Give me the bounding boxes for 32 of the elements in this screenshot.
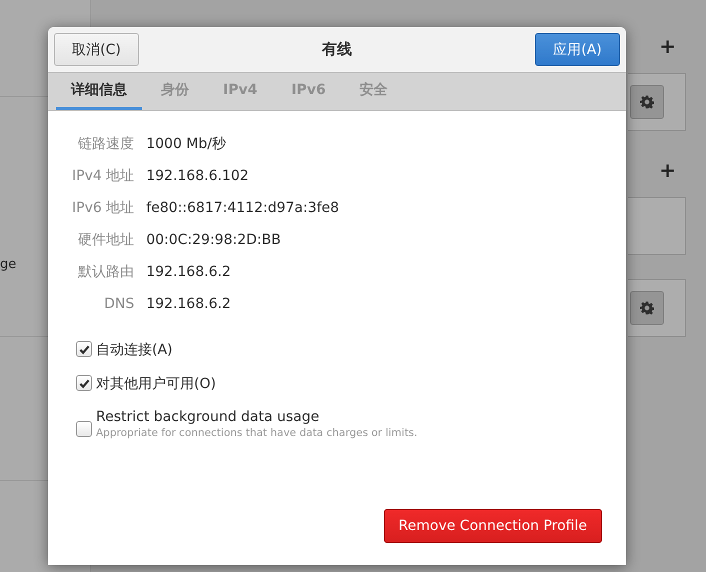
- add-button[interactable]: +: [659, 36, 676, 56]
- remove-profile-button[interactable]: Remove Connection Profile: [384, 509, 602, 543]
- detail-value: 192.168.6.102: [146, 167, 250, 185]
- detail-value: 1000 Mb/秒: [146, 135, 227, 153]
- detail-value: 00:0C:29:98:2D:BB: [146, 231, 282, 249]
- add-button[interactable]: +: [659, 160, 676, 180]
- checkbox-label: 自动连接(A): [96, 341, 173, 359]
- checkbox-label: Restrict background data usage: [96, 409, 320, 425]
- option-description: Appropriate for connections that have data charges or limits.: [96, 427, 418, 439]
- apply-button[interactable]: 应用(A): [535, 33, 620, 66]
- detail-value: fe80::6817:4112:d97a:3fe8: [146, 199, 340, 217]
- settings-button[interactable]: [630, 291, 664, 325]
- detail-label: 链路速度: [77, 135, 134, 153]
- detail-value: 192.168.6.2: [146, 295, 232, 313]
- settings-button[interactable]: [630, 85, 664, 119]
- settings-card: [628, 197, 686, 255]
- detail-label: 硬件地址: [77, 231, 134, 249]
- detail-label: IPv6 地址: [72, 199, 134, 217]
- gear-icon: [640, 301, 654, 315]
- checkbox-label: 对其他用户可用(O): [96, 375, 216, 393]
- checkbox[interactable]: [76, 375, 92, 391]
- detail-label: IPv4 地址: [72, 167, 134, 185]
- sidebar-item-text: ge: [0, 257, 16, 272]
- gear-icon: [640, 95, 654, 109]
- tab[interactable]: 详细信息: [56, 73, 142, 110]
- detail-label: 默认路由: [77, 263, 134, 281]
- checkbox[interactable]: [76, 341, 92, 357]
- checkbox[interactable]: [76, 421, 92, 437]
- detail-label: DNS: [103, 295, 134, 313]
- detail-value: 192.168.6.2: [146, 263, 232, 281]
- cancel-button[interactable]: 取消(C): [54, 33, 139, 66]
- dialog-title: 有线: [322, 40, 352, 59]
